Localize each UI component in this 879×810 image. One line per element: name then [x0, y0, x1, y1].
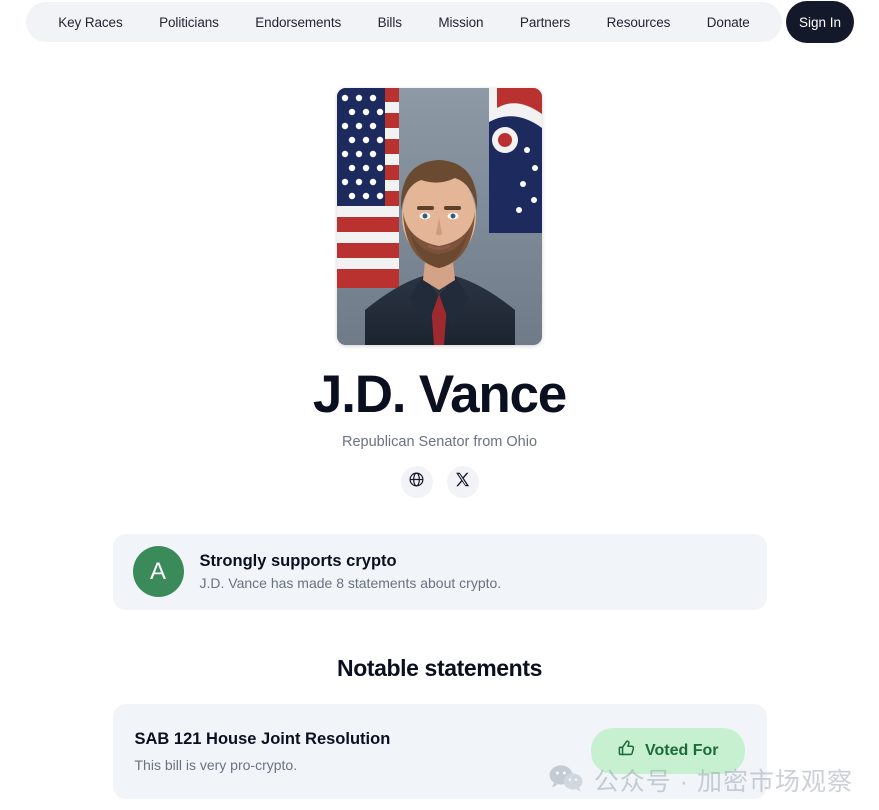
statement-title: SAB 121 House Joint Resolution — [134, 729, 391, 748]
social-links — [400, 465, 479, 498]
crypto-stance-rating-card: A Strongly supports crypto J.D. Vance ha… — [112, 533, 767, 610]
page-title: J.D. Vance — [312, 365, 567, 424]
website-link-button[interactable] — [400, 465, 433, 498]
x-icon — [454, 471, 471, 493]
globe-icon — [408, 471, 425, 493]
nav-item-key-races[interactable]: Key Races — [58, 15, 122, 30]
nav-item-bills[interactable]: Bills — [378, 15, 402, 30]
x-twitter-link-button[interactable] — [446, 465, 479, 498]
rating-subtitle: J.D. Vance has made 8 statements about c… — [199, 575, 502, 592]
politician-profile-header: J.D. Vance Republican Senator from Ohio — [0, 88, 879, 498]
vote-status-label: Voted For — [645, 742, 719, 760]
top-navigation-bar: Key Races Politicians Endorsements Bills… — [0, 0, 879, 44]
rating-title: Strongly supports crypto — [199, 552, 397, 571]
politician-portrait-photo — [337, 88, 542, 345]
thumbs-up-icon — [617, 739, 636, 763]
statement-description: This bill is very pro-crypto. — [134, 756, 298, 773]
nav-pill-container: Key Races Politicians Endorsements Bills… — [26, 2, 782, 42]
politician-role-subtitle: Republican Senator from Ohio — [341, 433, 538, 450]
nav-item-partners[interactable]: Partners — [520, 15, 570, 30]
nav-item-endorsements[interactable]: Endorsements — [255, 15, 341, 30]
section-title-notable-statements: Notable statements — [337, 654, 542, 681]
vote-status-badge[interactable]: Voted For — [591, 728, 745, 775]
rating-text-block: Strongly supports crypto J.D. Vance has … — [200, 552, 502, 591]
nav-item-resources[interactable]: Resources — [607, 15, 671, 30]
sign-in-button[interactable]: Sign In — [786, 1, 854, 43]
nav-item-mission[interactable]: Mission — [438, 15, 483, 30]
statement-text-block: SAB 121 House Joint Resolution This bill… — [135, 730, 391, 773]
nav-item-politicians[interactable]: Politicians — [159, 15, 219, 30]
grade-badge: A — [132, 546, 184, 598]
statement-card[interactable]: SAB 121 House Joint Resolution This bill… — [112, 703, 767, 799]
nav-item-donate[interactable]: Donate — [707, 15, 750, 30]
